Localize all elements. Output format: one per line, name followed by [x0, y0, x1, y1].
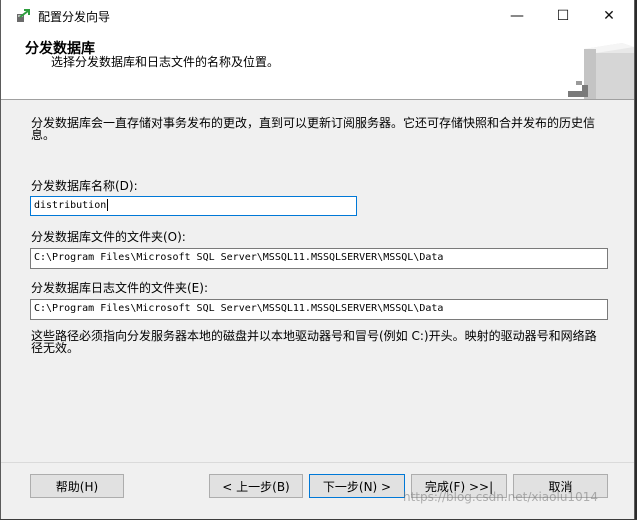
- db-name-input[interactable]: distribution: [30, 196, 357, 216]
- data-folder-label: 分发数据库文件的文件夹(O):: [31, 230, 186, 244]
- log-folder-input[interactable]: C:\Program Files\Microsoft SQL Server\MS…: [30, 299, 608, 320]
- log-folder-label: 分发数据库日志文件的文件夹(E):: [31, 281, 208, 295]
- back-button[interactable]: < 上一步(B): [209, 474, 303, 498]
- note-line: 径无效。: [31, 341, 80, 355]
- description-line: 分发数据库会一直存储对事务发布的更改，直到可以更新订阅服务器。它还可存储快照和合…: [31, 116, 596, 130]
- wizard-app-icon: [15, 8, 31, 24]
- path-note-text: 这些路径必须指向分发服务器本地的磁盘并以本地驱动器号和冒号(例如 C:)开头。映…: [31, 330, 611, 354]
- maximize-icon: ☐: [556, 7, 570, 24]
- close-icon: ✕: [603, 7, 615, 24]
- minimize-icon: —: [510, 7, 524, 24]
- wizard-window: 配置分发向导 — ☐ ✕ 分发数据库 选择分发数据库和日志文件的名称及位置。 分…: [0, 0, 635, 519]
- note-line: 这些路径必须指向分发服务器本地的磁盘并以本地驱动器号和冒号(例如 C:)开头。映…: [31, 329, 597, 343]
- data-folder-input[interactable]: C:\Program Files\Microsoft SQL Server\MS…: [30, 248, 608, 269]
- maximize-button[interactable]: ☐: [540, 0, 586, 31]
- text-caret: [107, 199, 109, 211]
- description-text: 分发数据库会一直存储对事务发布的更改，直到可以更新订阅服务器。它还可存储快照和合…: [31, 117, 611, 141]
- page-subtitle: 选择分发数据库和日志文件的名称及位置。: [51, 55, 280, 69]
- watermark-text: https://blog.csdn.net/xiaolu1014: [403, 490, 598, 504]
- db-name-value: distribution: [34, 200, 107, 211]
- wizard-content: 分发数据库会一直存储对事务发布的更改，直到可以更新订阅服务器。它还可存储快照和合…: [1, 100, 634, 450]
- wizard-header: 分发数据库 选择分发数据库和日志文件的名称及位置。: [1, 31, 634, 100]
- server-banner-icon: [562, 37, 634, 99]
- close-button[interactable]: ✕: [586, 0, 632, 31]
- description-line: 息。: [31, 128, 56, 142]
- window-title: 配置分发向导: [38, 10, 111, 24]
- help-button[interactable]: 帮助(H): [30, 474, 124, 498]
- db-name-label: 分发数据库名称(D):: [31, 179, 138, 193]
- title-bar: 配置分发向导 — ☐ ✕: [1, 0, 634, 31]
- minimize-button[interactable]: —: [494, 0, 540, 31]
- next-button[interactable]: 下一步(N) >: [309, 474, 405, 498]
